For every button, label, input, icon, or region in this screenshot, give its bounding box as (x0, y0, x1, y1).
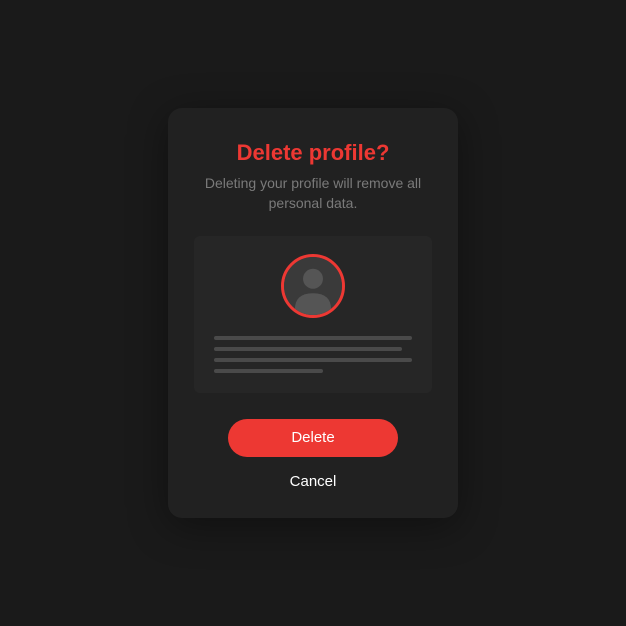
profile-preview-card (194, 236, 432, 393)
modal-subtitle: Deleting your profile will remove all pe… (194, 174, 432, 213)
person-icon (284, 257, 342, 315)
avatar (281, 254, 345, 318)
skeleton-line (214, 347, 402, 351)
skeleton-line (214, 336, 412, 340)
delete-profile-modal: Delete profile? Deleting your profile wi… (168, 108, 458, 517)
skeleton-line (214, 369, 323, 373)
skeleton-line (214, 358, 412, 362)
delete-button[interactable]: Delete (228, 419, 398, 457)
modal-title: Delete profile? (237, 140, 390, 166)
profile-data-placeholder (214, 336, 412, 373)
cancel-button[interactable]: Cancel (290, 473, 337, 490)
